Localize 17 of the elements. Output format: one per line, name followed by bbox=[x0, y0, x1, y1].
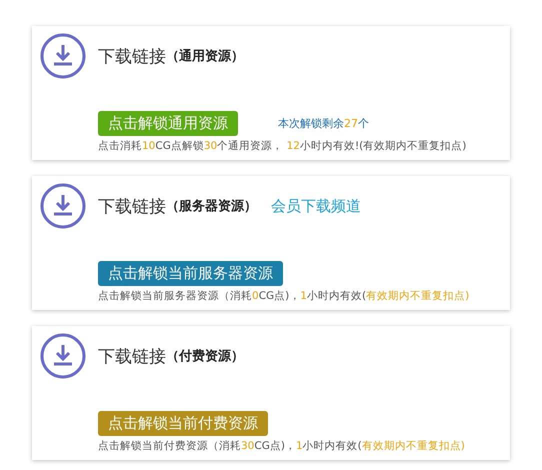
resource-type: （通用资源） bbox=[166, 48, 244, 65]
resource-type: （服务器资源） bbox=[166, 198, 257, 215]
unlock-note: 点击解锁当前付费资源（消耗30CG点)，1小时内有效(有效期内不重复扣点) bbox=[98, 439, 466, 453]
download-icon bbox=[40, 333, 86, 379]
card-title: 下载链接 bbox=[98, 46, 166, 68]
download-icon bbox=[40, 183, 86, 229]
resource-type: （付费资源） bbox=[166, 348, 244, 365]
unlock-button[interactable]: 点击解锁当前付费资源 bbox=[98, 411, 268, 436]
unlock-button[interactable]: 点击解锁通用资源 bbox=[98, 111, 238, 136]
card-title: 下载链接 bbox=[98, 196, 166, 218]
unlock-note: 点击消耗10CG点解锁30个通用资源， 12小时内有效!(有效期内不重复扣点) bbox=[98, 139, 468, 153]
unlock-button[interactable]: 点击解锁当前服务器资源 bbox=[98, 261, 283, 286]
download-icon bbox=[40, 33, 86, 79]
card-title: 下载链接 bbox=[98, 346, 166, 368]
member-download-link[interactable]: 会员下载频道 bbox=[271, 196, 361, 216]
remaining-count: 本次解锁剩余27个 bbox=[278, 116, 369, 131]
unlock-note: 点击解锁当前服务器资源（消耗0CG点)，1小时内有效(有效期内不重复扣点) bbox=[98, 289, 470, 303]
